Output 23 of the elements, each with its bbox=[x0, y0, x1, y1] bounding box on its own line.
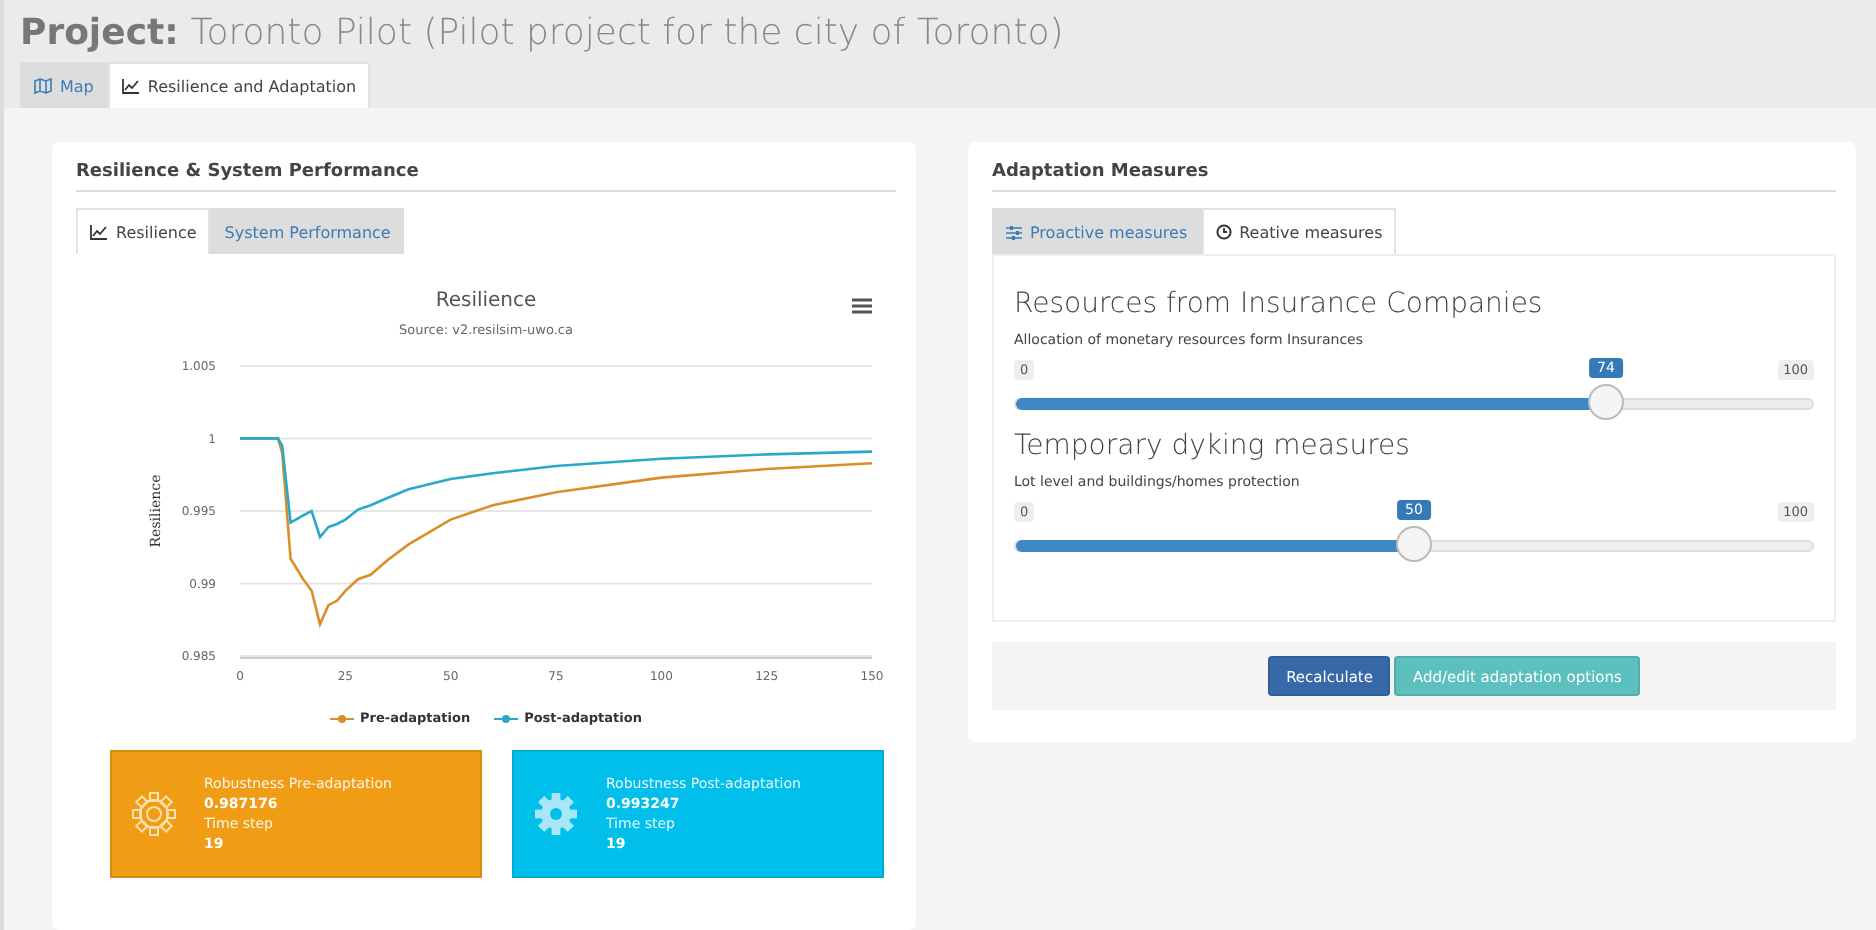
slider-title: Temporary dyking measures bbox=[1014, 430, 1412, 462]
gear-icon bbox=[534, 792, 578, 836]
tab[interactable]: Proactive measures bbox=[992, 208, 1202, 254]
tab[interactable]: Map bbox=[20, 62, 108, 108]
panel-title: Adaptation Measures bbox=[992, 158, 1836, 192]
clock-icon bbox=[1215, 224, 1232, 240]
page-title: Toronto Pilot (Pilot project for the city of Toronto) bbox=[190, 12, 1064, 54]
slider-title: Resources from Insurance Companies bbox=[1014, 288, 1545, 320]
map-icon bbox=[34, 78, 52, 94]
tab[interactable]: System Performance bbox=[210, 208, 405, 254]
tab[interactable]: Resilience bbox=[76, 208, 211, 254]
line-chart-icon bbox=[121, 78, 140, 94]
chart-title: Resilience bbox=[435, 290, 537, 312]
line-chart-icon bbox=[90, 224, 108, 240]
tab[interactable]: Resilience and Adaptation bbox=[107, 62, 371, 108]
slider-thumb[interactable] bbox=[1396, 526, 1432, 562]
panel-title: Resilience & System Performance bbox=[76, 158, 896, 192]
page-label: Project: bbox=[20, 12, 179, 54]
gear-icon bbox=[132, 792, 176, 836]
slider-thumb[interactable] bbox=[1587, 384, 1624, 420]
sliders-icon bbox=[1006, 225, 1022, 239]
menu-icon[interactable] bbox=[852, 298, 872, 314]
tab[interactable]: Reative measures bbox=[1201, 208, 1397, 254]
